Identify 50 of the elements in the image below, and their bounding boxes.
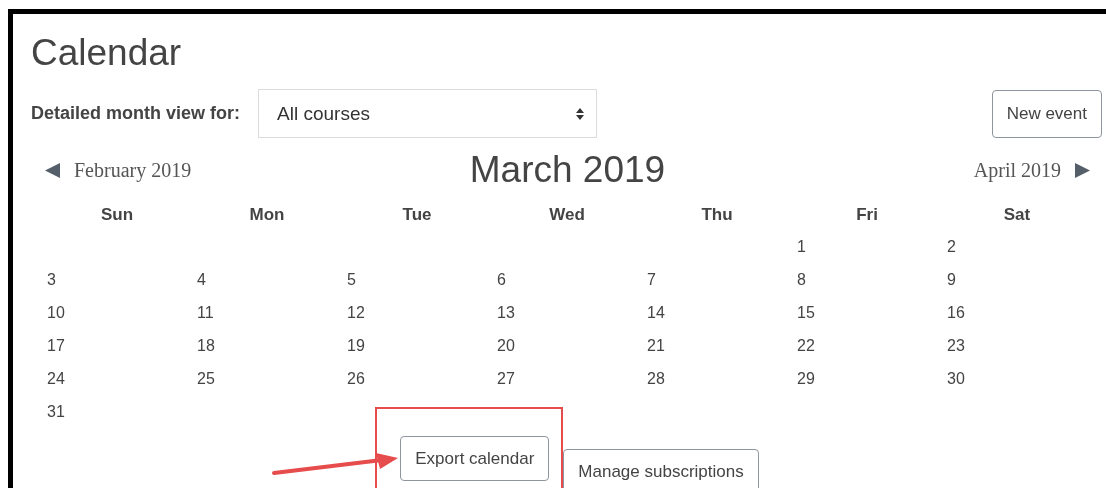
day-number[interactable]: 3 (47, 270, 56, 290)
new-event-button[interactable]: New event (991, 89, 1102, 138)
day-number[interactable]: 20 (497, 336, 515, 356)
day-number[interactable]: 11 (197, 303, 214, 323)
weekday-header: Wed (549, 205, 585, 224)
day-number[interactable]: 6 (497, 270, 506, 290)
day-number[interactable]: 1 (797, 237, 806, 257)
day-number[interactable]: 2 (947, 237, 956, 257)
page-title: Calendar (31, 34, 183, 75)
day-number[interactable]: 28 (647, 369, 665, 389)
weekday-header: Sun (100, 205, 134, 224)
day-number[interactable]: 24 (47, 369, 65, 389)
left-triangle-icon[interactable] (45, 162, 60, 178)
weekday-header: Fri (856, 205, 878, 224)
day-number[interactable]: 10 (47, 303, 65, 323)
day-number[interactable]: 26 (347, 369, 365, 389)
right-triangle-icon[interactable] (1075, 162, 1090, 178)
day-number[interactable]: 18 (197, 336, 215, 356)
day-number[interactable]: 15 (797, 303, 815, 323)
day-number[interactable]: 12 (347, 303, 365, 323)
weekday-header: Thu (701, 205, 733, 224)
day-number[interactable]: 8 (797, 270, 806, 290)
weekday-header: Tue (402, 205, 432, 224)
previous-month-link[interactable]: February 2019 (74, 158, 192, 182)
day-number[interactable]: 27 (497, 369, 515, 389)
next-month-link[interactable]: April 2019 (973, 158, 1061, 182)
month-title: March 2019 (469, 149, 666, 190)
subscriptions-button[interactable]: Manage subscriptions (563, 449, 759, 488)
day-number[interactable]: 25 (197, 369, 215, 389)
course-select[interactable]: All courses (258, 89, 598, 138)
day-number[interactable]: 16 (947, 303, 965, 323)
export-button[interactable]: Export calendar (400, 436, 550, 481)
day-number[interactable]: 19 (347, 336, 365, 356)
day-number[interactable]: 22 (797, 336, 815, 356)
day-number[interactable]: 17 (47, 336, 65, 356)
day-number[interactable]: 29 (797, 369, 815, 389)
day-number[interactable]: 7 (647, 270, 656, 290)
weekday-header: Mon (249, 205, 285, 224)
filter-label: Detailed month view for: (31, 103, 241, 124)
day-number[interactable]: 21 (647, 336, 665, 356)
day-number[interactable]: 31 (47, 402, 65, 422)
day-number[interactable]: 13 (497, 303, 515, 323)
day-number[interactable]: 23 (947, 336, 965, 356)
day-number[interactable]: 4 (197, 270, 206, 290)
day-number[interactable]: 9 (947, 270, 956, 290)
weekday-header: Sat (1003, 205, 1031, 224)
sort-arrows-icon (576, 107, 585, 120)
day-number[interactable]: 5 (347, 270, 356, 290)
day-number[interactable]: 14 (647, 303, 665, 323)
day-number[interactable]: 30 (947, 369, 965, 389)
